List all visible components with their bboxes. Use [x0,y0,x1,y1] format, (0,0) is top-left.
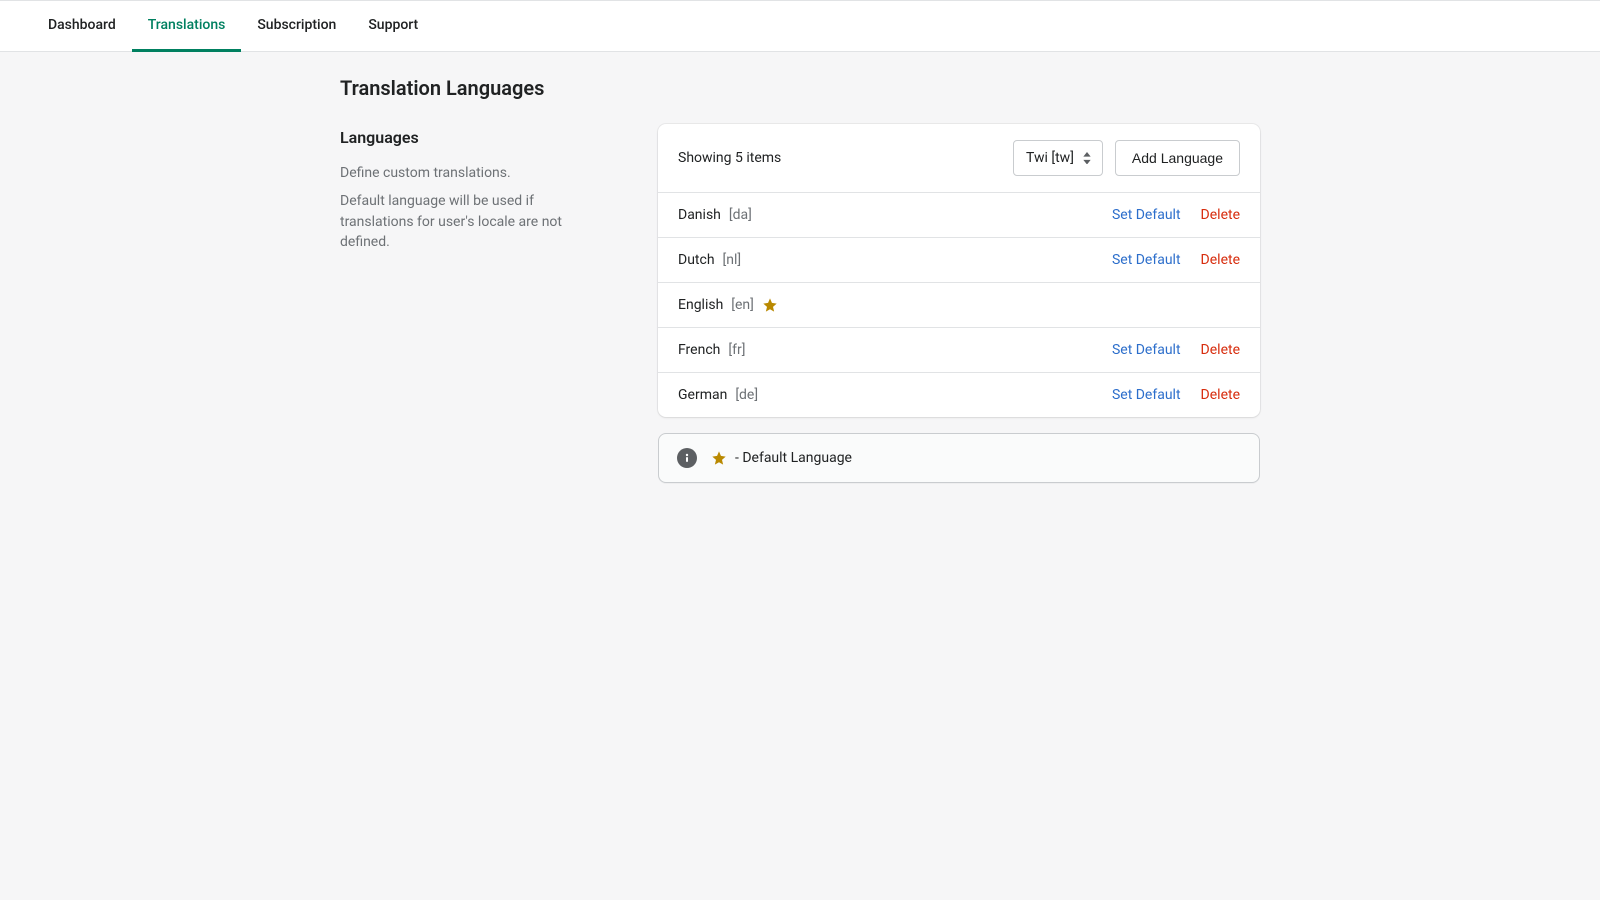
language-code: [da] [729,207,752,223]
header-actions: Twi [tw] Add Language [1013,140,1240,176]
language-row-left: German [de] [678,387,758,403]
tab-support[interactable]: Support [352,1,434,52]
sidebar-desc-1: Define custom translations. [340,163,610,183]
language-row: French [fr] Set Default Delete [658,328,1260,373]
language-name: German [678,387,727,403]
language-row-left: Dutch [nl] [678,252,741,268]
language-code: [nl] [723,252,742,268]
row-actions: Set Default Delete [1112,207,1240,223]
tab-dashboard[interactable]: Dashboard [32,1,132,52]
tab-label: Dashboard [48,17,116,33]
language-rows: Danish [da] Set Default Delete Dutch [nl] Set … [658,193,1260,417]
delete-link[interactable]: Delete [1201,342,1240,358]
language-row-left: French [fr] [678,342,745,358]
language-code: [de] [735,387,758,403]
legend-text: - Default Language [735,450,852,466]
tab-label: Translations [148,17,226,33]
language-code: [fr] [728,342,745,358]
info-icon [677,448,697,468]
selector-value: Twi [tw] [1026,150,1074,166]
sidebar-desc-2: Default language will be used if transla… [340,191,610,252]
star-icon [762,297,778,313]
card-header: Showing 5 items Twi [tw] Add Language [658,124,1260,193]
tab-subscription[interactable]: Subscription [241,1,352,52]
row-actions: Set Default Delete [1112,342,1240,358]
language-name: English [678,297,723,313]
row-actions: Set Default Delete [1112,252,1240,268]
tab-translations[interactable]: Translations [132,1,242,52]
showing-count: Showing 5 items [678,150,781,166]
sidebar-heading: Languages [340,128,610,147]
main-panel: Showing 5 items Twi [tw] Add Language [658,124,1260,483]
language-row-left: Danish [da] [678,207,752,223]
page-content: Translation Languages Languages Define c… [340,52,1260,483]
language-name: French [678,342,720,358]
languages-card: Showing 5 items Twi [tw] Add Language [658,124,1260,417]
language-code: [en] [731,297,754,313]
language-row: Danish [da] Set Default Delete [658,193,1260,238]
language-name: Dutch [678,252,715,268]
language-row: Dutch [nl] Set Default Delete [658,238,1260,283]
language-row: English [en] [658,283,1260,328]
select-caret-icon [1082,152,1094,164]
language-selector[interactable]: Twi [tw] [1013,140,1103,176]
legend-content: - Default Language [711,450,852,466]
set-default-link[interactable]: Set Default [1112,342,1181,358]
page-title: Translation Languages [340,76,1260,100]
language-row: German [de] Set Default Delete [658,373,1260,417]
star-icon [711,450,727,466]
set-default-link[interactable]: Set Default [1112,387,1181,403]
delete-link[interactable]: Delete [1201,252,1240,268]
set-default-link[interactable]: Set Default [1112,252,1181,268]
top-nav: Dashboard Translations Subscription Supp… [0,0,1600,52]
language-row-left: English [en] [678,297,778,313]
tab-label: Support [368,17,418,33]
language-name: Danish [678,207,721,223]
legend-banner: - Default Language [658,433,1260,483]
button-label: Add Language [1132,150,1223,166]
delete-link[interactable]: Delete [1201,207,1240,223]
tab-label: Subscription [257,17,336,33]
delete-link[interactable]: Delete [1201,387,1240,403]
set-default-link[interactable]: Set Default [1112,207,1181,223]
two-column-layout: Languages Define custom translations. De… [340,124,1260,483]
add-language-button[interactable]: Add Language [1115,140,1240,176]
sidebar-description: Languages Define custom translations. De… [340,124,610,260]
row-actions: Set Default Delete [1112,387,1240,403]
